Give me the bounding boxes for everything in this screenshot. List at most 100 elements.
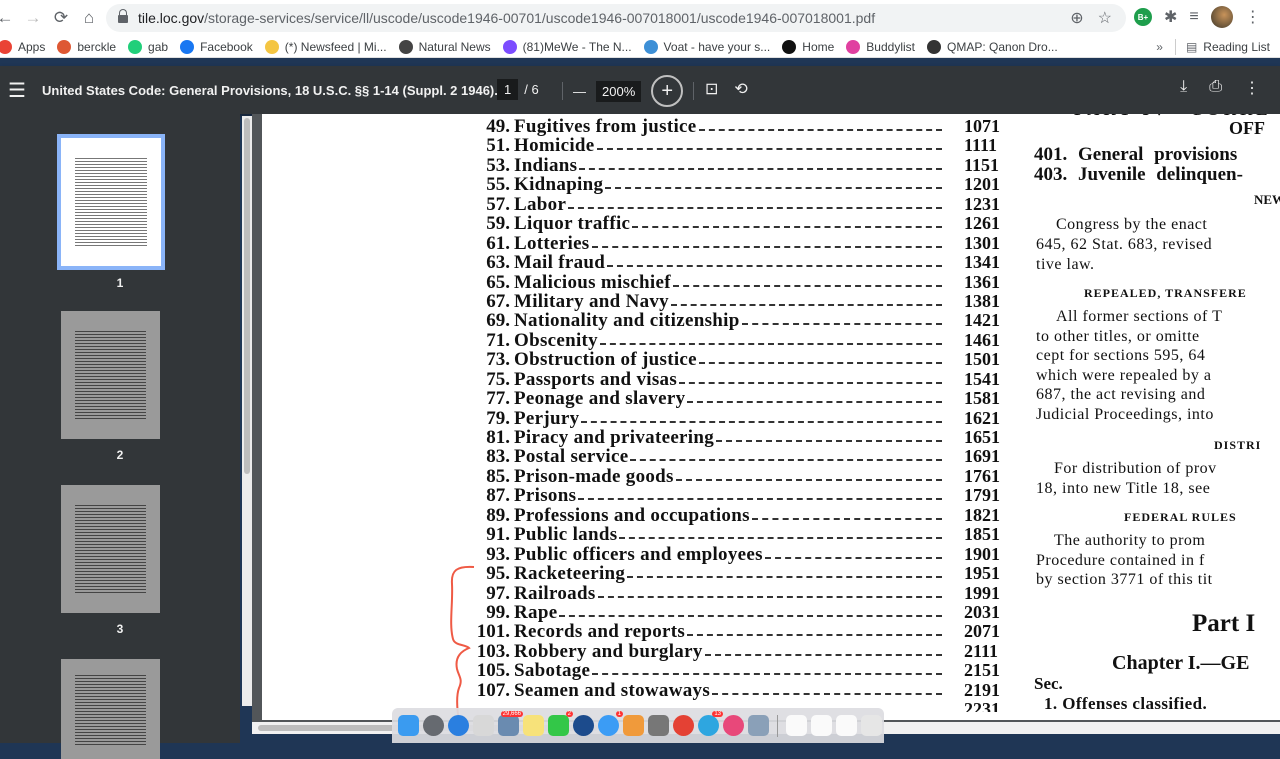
bookmark-item[interactable]: Voat - have your s...: [643, 39, 770, 54]
divider: [1174, 38, 1176, 55]
notes-icon[interactable]: [523, 715, 544, 736]
chapter-number: 67.: [486, 290, 510, 312]
section-number: 1901: [964, 543, 1000, 564]
page-thumbnail[interactable]: [61, 311, 160, 439]
safari-icon[interactable]: [448, 715, 469, 736]
zoom-out-button[interactable]: —: [573, 84, 586, 99]
reading-list-button[interactable]: Reading List: [1203, 40, 1270, 54]
bookmark-item[interactable]: (81)MeWe - The N...: [502, 39, 632, 54]
bookmark-item[interactable]: Buddylist: [846, 39, 915, 54]
mail-icon[interactable]: 29,666: [498, 711, 523, 736]
chapter-number: 97.: [486, 582, 510, 604]
section-number: 1501: [964, 349, 1000, 370]
finder-icon[interactable]: [398, 715, 419, 736]
section-number: 1201: [964, 174, 1000, 195]
zoom-in-button[interactable]: +: [651, 75, 684, 107]
itunes-icon[interactable]: [723, 715, 744, 736]
hamburger-menu-icon[interactable]: ☰: [6, 78, 28, 103]
print-icon[interactable]: ⎙: [1209, 78, 1222, 98]
bookmark-item[interactable]: gab: [128, 39, 168, 54]
dot-leader: [630, 442, 942, 462]
trash-icon[interactable]: [861, 715, 882, 736]
sidebar-scroll-thumb[interactable]: [244, 118, 250, 474]
jh-icon: [782, 39, 797, 54]
chapter-number: 81.: [486, 427, 510, 448]
download-icon[interactable]: ⤓: [1180, 78, 1187, 98]
dock-document-3-icon[interactable]: [836, 715, 857, 736]
buddylist-icon: [846, 39, 861, 54]
chapter-item: 401. General provisions: [1034, 144, 1238, 165]
chapter-title: Lotteries: [514, 232, 590, 254]
section-item: 1. Offenses classified.: [1044, 694, 1208, 713]
paragraph-line: 687, the act revising and: [1036, 386, 1206, 403]
reload-button[interactable]: ⟳: [50, 7, 72, 29]
unknown-app-icon[interactable]: [473, 715, 494, 736]
messages-icon[interactable]: 1: [598, 711, 623, 736]
zoom-level-input[interactable]: 200%: [596, 80, 642, 102]
page-number-input[interactable]: 1: [497, 79, 519, 100]
facetime-icon[interactable]: 2: [548, 711, 573, 736]
forward-button[interactable]: →: [22, 7, 44, 29]
back-button[interactable]: ←: [0, 7, 16, 29]
chapter-number: 73.: [486, 349, 510, 371]
section-number: 1821: [964, 504, 1000, 525]
extension-b-plus-icon[interactable]: B+: [1134, 8, 1152, 26]
chapter-title: Records and reports: [514, 621, 686, 643]
bookmarks-bar: Apps berckle gab Facebook (*) Newsfeed | Mi.…: [0, 36, 1280, 58]
quicktime-icon[interactable]: [573, 715, 594, 736]
dock-document-2-icon[interactable]: [811, 715, 832, 736]
extensions-puzzle-icon[interactable]: ✱: [1164, 7, 1177, 27]
bookmark-item[interactable]: QMAP: Qanon Dro...: [927, 39, 1058, 54]
dot-leader: [687, 384, 942, 404]
paragraph-line: which were repealed by a: [1036, 366, 1212, 384]
reading-list-icon[interactable]: ▤: [1186, 40, 1197, 54]
profile-avatar[interactable]: [1210, 6, 1233, 28]
system-preferences-icon[interactable]: [648, 715, 669, 736]
chapter-title: Obstruction of justice: [514, 349, 697, 371]
chapter-item: 403. Juvenile delinquen-: [1034, 164, 1243, 185]
off-heading: OFF: [1229, 118, 1265, 138]
zoom-icon[interactable]: ⊕: [1070, 8, 1083, 28]
bookmark-item[interactable]: berckle: [57, 39, 116, 54]
telegram-icon[interactable]: 13: [698, 711, 723, 736]
dot-leader: [605, 170, 942, 190]
chrome-icon[interactable]: [673, 715, 694, 736]
chapter-title: Sabotage: [514, 660, 591, 682]
section-number: 2071: [964, 621, 1000, 642]
media-queue-icon[interactable]: ≡: [1189, 8, 1198, 26]
fit-to-page-icon[interactable]: ⊡: [705, 79, 718, 99]
preview-icon[interactable]: [748, 715, 769, 736]
bookmark-item[interactable]: Home: [782, 39, 834, 54]
bookmarks-overflow-button[interactable]: »: [1156, 40, 1163, 54]
dot-leader: [632, 209, 942, 229]
pages-icon[interactable]: [623, 715, 644, 736]
dot-leader: [752, 501, 942, 520]
bookmark-item[interactable]: Natural News: [398, 39, 491, 54]
lightbulb-icon: [264, 39, 279, 54]
more-actions-icon[interactable]: ⋮: [1244, 78, 1260, 98]
rotate-icon[interactable]: ⟲: [734, 79, 747, 99]
paragraph-line: All former sections of T: [1056, 308, 1223, 325]
chapter-number: 95.: [486, 563, 510, 585]
dot-leader: [600, 326, 942, 345]
dot-leader: [671, 287, 942, 306]
section-number: 1341: [964, 252, 1000, 273]
address-bar[interactable]: tile.loc.gov/storage-services/service/ll…: [106, 4, 1126, 32]
page-thumbnail[interactable]: [61, 659, 160, 759]
pdf-viewer[interactable]: 47.Fraud and false statements100149.Fugi…: [252, 114, 1280, 722]
bookmark-item[interactable]: (*) Newsfeed | Mi...: [264, 39, 387, 54]
launchpad-icon[interactable]: [423, 715, 444, 736]
bookmark-star-icon[interactable]: ☆: [1098, 8, 1112, 28]
dot-leader: [716, 423, 942, 442]
section-number: 1691: [964, 446, 1000, 467]
bookmark-item[interactable]: Facebook: [180, 39, 253, 54]
dot-leader: [679, 365, 942, 384]
more-menu-icon[interactable]: ⋮: [1245, 7, 1261, 27]
page-thumbnail[interactable]: [57, 134, 165, 270]
page-thumbnail[interactable]: [61, 485, 160, 613]
home-button[interactable]: ⌂: [78, 7, 100, 29]
dot-leader: [705, 637, 942, 656]
dock-document-1-icon[interactable]: [786, 715, 807, 736]
bookmark-item[interactable]: Apps: [0, 39, 45, 54]
sidebar-scrollbar[interactable]: [242, 116, 252, 706]
